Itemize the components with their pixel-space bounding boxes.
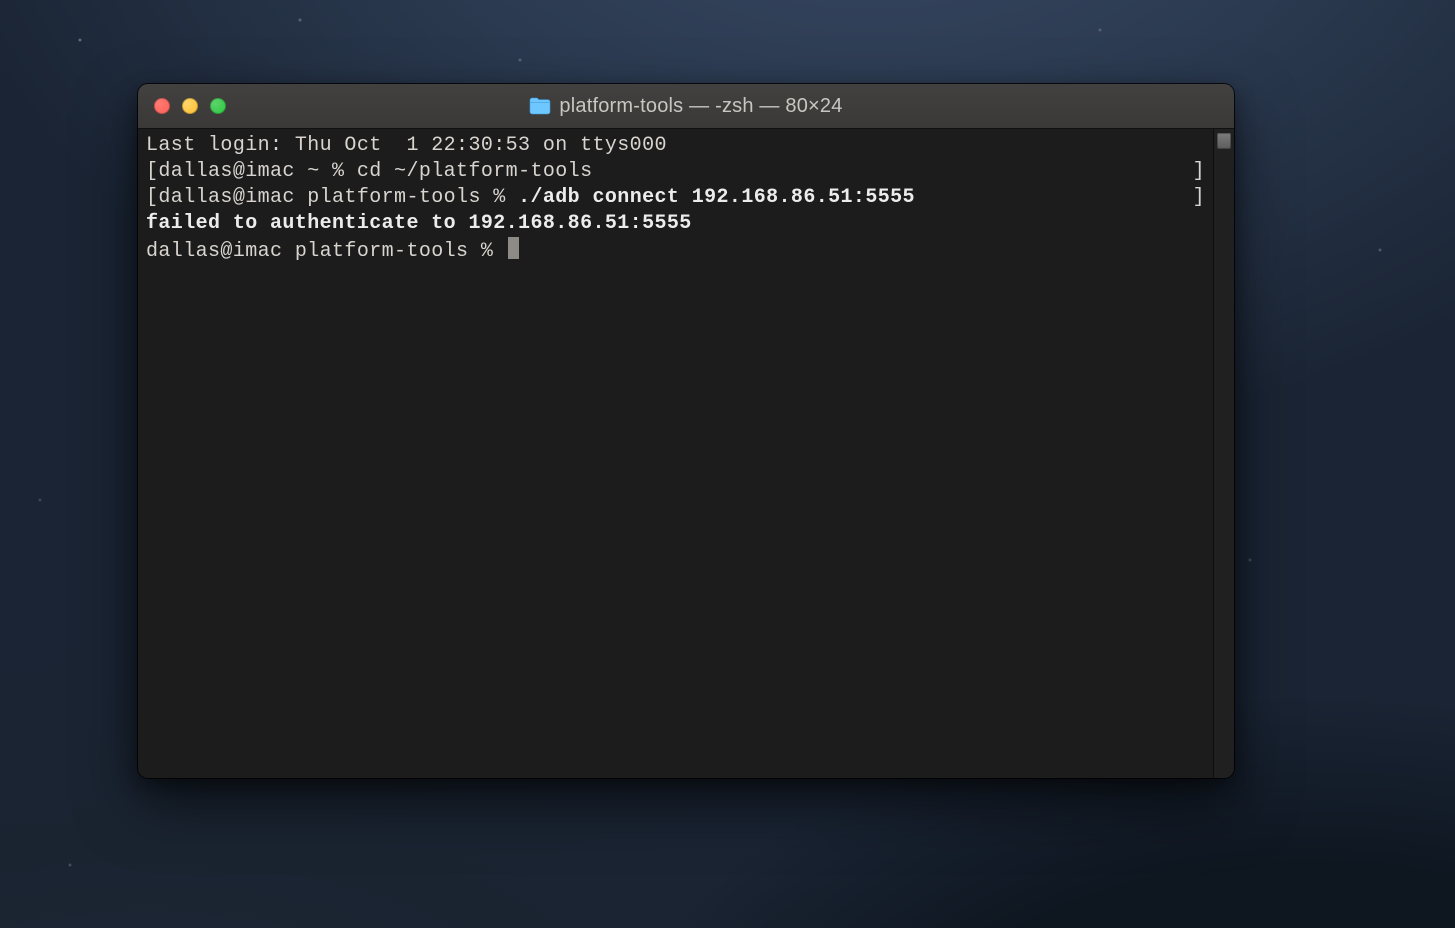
titlebar[interactable]: platform-tools — -zsh — 80×24 xyxy=(138,84,1234,129)
terminal-area[interactable]: Last login: Thu Oct 1 22:30:53 on ttys00… xyxy=(138,129,1234,778)
terminal-line: dallas@imac platform-tools % xyxy=(146,237,1205,265)
terminal-content[interactable]: Last login: Thu Oct 1 22:30:53 on ttys00… xyxy=(138,129,1213,778)
terminal-line-text: dallas@imac platform-tools % xyxy=(146,237,519,265)
close-button[interactable] xyxy=(154,98,170,114)
prompt-close-bracket: ] xyxy=(1193,185,1205,211)
terminal-line-text: failed to authenticate to 192.168.86.51:… xyxy=(146,211,692,237)
prompt-close-bracket: ] xyxy=(1193,159,1205,185)
terminal-command: cd ~/platform-tools xyxy=(357,160,593,183)
terminal-line-text: dallas@imac ~ % cd ~/platform-tools xyxy=(158,159,592,185)
prompt-open-bracket: [ xyxy=(146,159,158,185)
terminal-window: platform-tools — -zsh — 80×24 Last login… xyxy=(138,84,1234,778)
terminal-line-text: dallas@imac platform-tools % ./adb conne… xyxy=(158,185,915,211)
terminal-line: [dallas@imac platform-tools % ./adb conn… xyxy=(146,185,1205,211)
terminal-line: Last login: Thu Oct 1 22:30:53 on ttys00… xyxy=(146,133,1205,159)
terminal-line-text: Last login: Thu Oct 1 22:30:53 on ttys00… xyxy=(146,133,667,159)
terminal-line: failed to authenticate to 192.168.86.51:… xyxy=(146,211,1205,237)
terminal-command: ./adb connect 192.168.86.51:5555 xyxy=(518,186,915,209)
window-title: platform-tools — -zsh — 80×24 xyxy=(559,95,842,118)
terminal-line: [dallas@imac ~ % cd ~/platform-tools] xyxy=(146,159,1205,185)
traffic-lights xyxy=(138,98,226,114)
prompt-open-bracket: [ xyxy=(146,185,158,211)
scrollbar[interactable] xyxy=(1213,129,1234,778)
zoom-button[interactable] xyxy=(210,98,226,114)
folder-icon xyxy=(529,97,551,115)
minimize-button[interactable] xyxy=(182,98,198,114)
scrollbar-thumb[interactable] xyxy=(1217,133,1231,149)
cursor xyxy=(508,237,519,259)
